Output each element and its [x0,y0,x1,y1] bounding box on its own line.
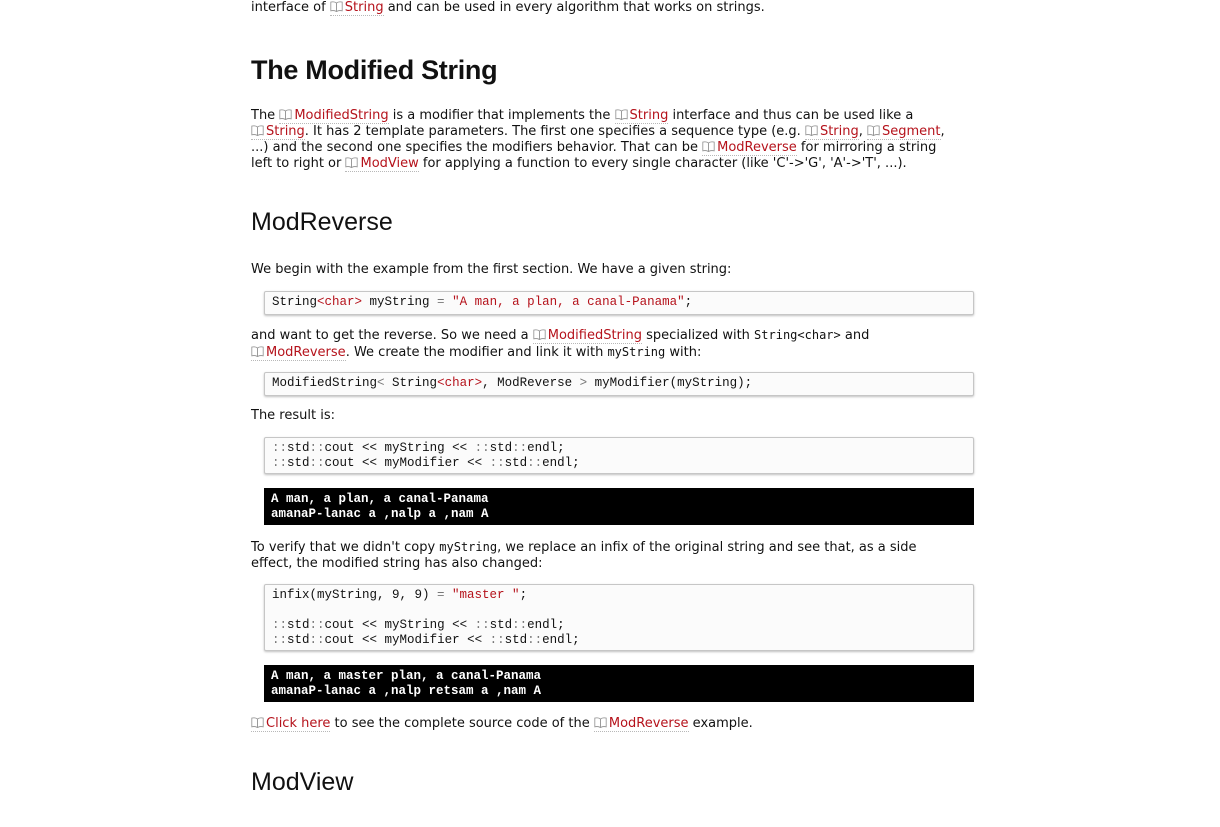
link-modreverse[interactable]: ModReverse [702,140,797,156]
link-modreverse[interactable]: ModReverse [251,345,346,361]
book-icon [533,329,546,340]
book-icon [594,717,607,728]
output-block-2: A man, a master plan, a canal-Panama ama… [264,665,974,702]
book-icon [330,1,343,12]
book-icon [251,346,264,357]
book-icon [345,157,358,168]
heading-modified-string: The Modified String [251,55,498,85]
link-string[interactable]: String [329,0,384,16]
result-label: The result is: [251,408,335,423]
book-icon [279,109,292,120]
book-icon [867,125,880,136]
book-icon [702,141,715,152]
modreverse-paragraph-4: To verify that we didn't copy myString, … [251,540,917,571]
code-block-cout: ::std::cout << myString << ::std::endl; … [264,437,974,474]
book-icon [805,125,818,136]
code-block-infix: infix(myString, 9, 9) = "master "; ::std… [264,584,974,651]
link-modview[interactable]: ModView [345,156,419,172]
page: interface of String and can be used in e… [0,0,1220,827]
inline-code: myString [607,345,666,359]
book-icon [251,717,264,728]
modreverse-paragraph-2: and want to get the reverse. So we need … [251,328,870,361]
book-icon [615,109,628,120]
code-block-string-declaration: String<char> myString = "A man, a plan, … [264,291,974,315]
link-label: String [344,0,384,15]
book-icon [251,125,264,136]
heading-modview: ModView [251,768,354,796]
intro-paragraph: interface of String and can be used in e… [251,0,765,16]
link-modreverse[interactable]: ModReverse [593,716,689,732]
link-string[interactable]: String [614,108,669,124]
modreverse-intro: We begin with the example from the first… [251,262,732,277]
output-block-1: A man, a plan, a canal-Panama amanaP-lan… [264,488,974,525]
source-code-link-line: Click here to see the complete source co… [251,716,753,732]
heading-modreverse: ModReverse [251,208,393,236]
intro-text: and can be used in every algorithm that … [383,0,765,15]
link-modified-string[interactable]: ModifiedString [279,108,389,124]
link-modified-string[interactable]: ModifiedString [532,328,643,344]
modified-string-paragraph: The ModifiedString is a modifier that im… [251,108,945,172]
code-block-modifier-declaration: ModifiedString< String<char>, ModReverse… [264,372,974,396]
link-segment[interactable]: Segment [867,124,941,140]
intro-text: interface of [251,0,330,15]
inline-code: String<char> [754,328,841,342]
inline-code: myString [439,540,498,554]
link-string[interactable]: String [804,124,859,140]
link-click-here[interactable]: Click here [251,716,331,732]
link-string[interactable]: String [251,124,305,140]
